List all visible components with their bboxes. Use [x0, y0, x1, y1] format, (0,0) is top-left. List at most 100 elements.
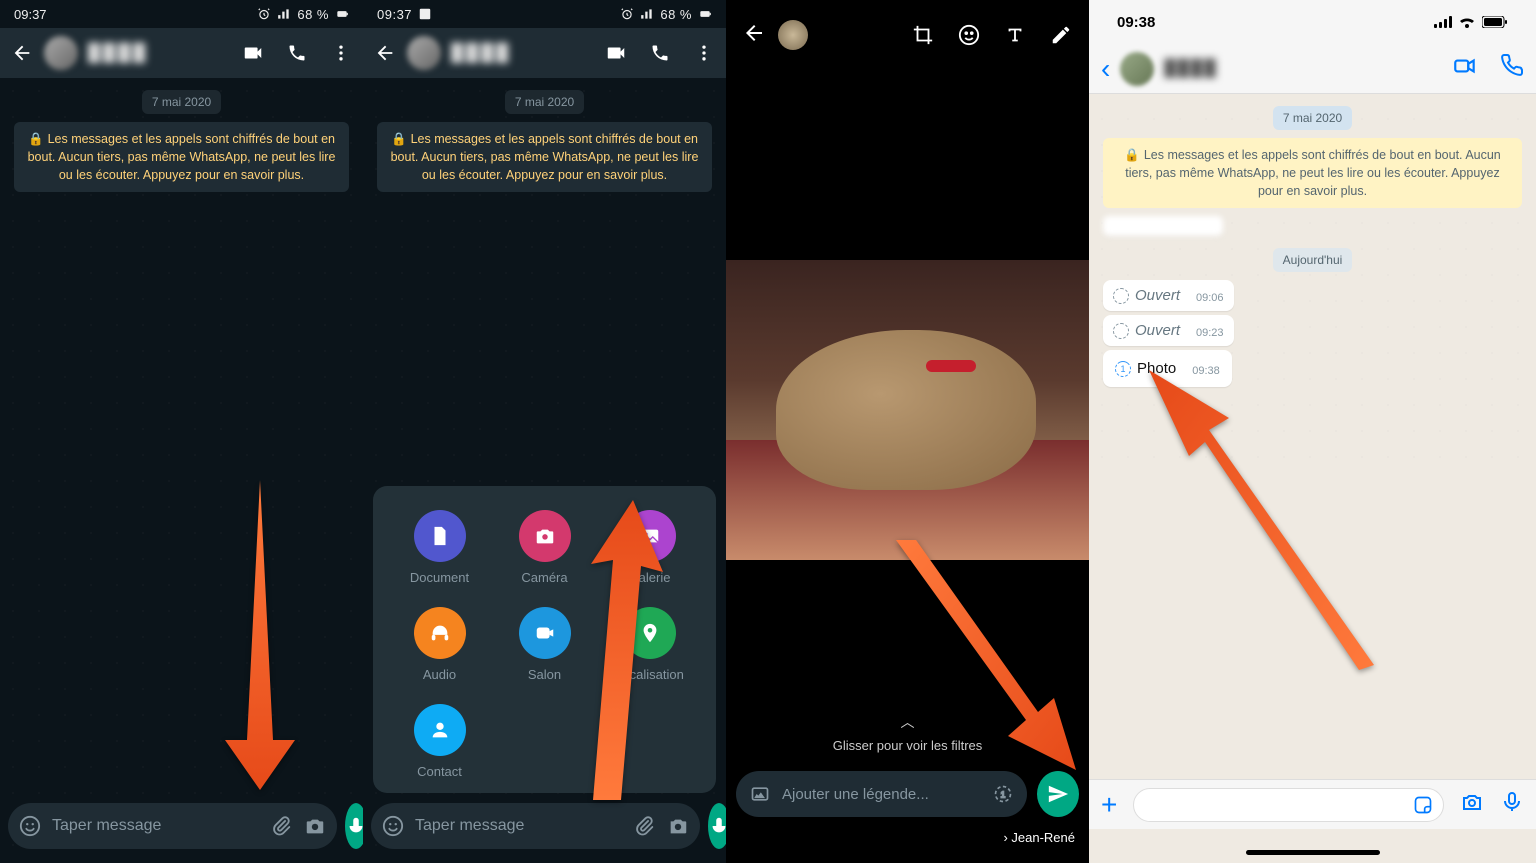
draw-button[interactable]: [1049, 23, 1073, 47]
attach-button[interactable]: [269, 814, 293, 838]
video-call-button[interactable]: [241, 41, 265, 65]
crop-button[interactable]: [911, 23, 935, 47]
attach-document[interactable]: Document: [387, 510, 492, 585]
encryption-notice[interactable]: 🔒Les messages et les appels sont chiffré…: [377, 122, 712, 192]
pencil-icon: [1050, 24, 1072, 46]
battery-icon: [335, 7, 349, 21]
ios-video-call-button[interactable]: [1452, 53, 1478, 84]
camera-icon: [667, 815, 689, 837]
message-input-bar: [371, 803, 718, 849]
signal-icon: [277, 7, 291, 21]
ios-chat-screen: 09:38 ‹ ████ 7 mai 2020 🔒Les messages et…: [1089, 0, 1536, 863]
sticker-button[interactable]: [957, 23, 981, 47]
ios-voice-call-button[interactable]: [1500, 53, 1524, 84]
encryption-notice[interactable]: 🔒Les messages et les appels sont chiffré…: [14, 122, 349, 192]
editor-tools: [911, 23, 1073, 47]
back-button[interactable]: [373, 41, 397, 65]
image-icon: [418, 7, 432, 21]
view-once-opened-icon: [1113, 323, 1129, 339]
voice-call-button[interactable]: [285, 41, 309, 65]
contact-avatar[interactable]: [44, 36, 78, 70]
message-input[interactable]: [52, 817, 259, 835]
emoji-button[interactable]: [381, 814, 405, 838]
text-button[interactable]: [1003, 23, 1027, 47]
message-bubble-opened-1[interactable]: Ouvert09:06: [1103, 280, 1234, 311]
more-button[interactable]: [329, 41, 353, 65]
more-button[interactable]: [692, 41, 716, 65]
attach-room[interactable]: Salon: [492, 607, 597, 682]
ios-back-button[interactable]: ‹: [1101, 53, 1110, 85]
contact-avatar[interactable]: [407, 36, 441, 70]
send-button[interactable]: [1037, 771, 1079, 817]
camera-button[interactable]: [666, 814, 690, 838]
camera-button[interactable]: [303, 814, 327, 838]
arrow-left-icon: [11, 42, 33, 64]
video-icon: [605, 42, 627, 64]
mic-icon: [345, 815, 363, 837]
ios-input-bar: +: [1089, 779, 1536, 829]
view-once-icon[interactable]: 1: [993, 784, 1013, 804]
ios-encryption-notice[interactable]: 🔒Les messages et les appels sont chiffré…: [1103, 138, 1522, 208]
android-chat-screen-1: 09:37 68 % ████ 7 mai 2020 🔒Les messages…: [0, 0, 363, 863]
room-icon: [534, 622, 556, 644]
battery-icon: [1482, 16, 1508, 28]
video-call-button[interactable]: [604, 41, 628, 65]
editor-thumbnail[interactable]: [778, 20, 808, 50]
attach-audio[interactable]: Audio: [387, 607, 492, 682]
camera-icon: [1460, 790, 1484, 814]
sticker-icon[interactable]: [1413, 795, 1433, 815]
message-input[interactable]: [415, 817, 622, 835]
arrow-left-icon: [374, 42, 396, 64]
ios-message-input[interactable]: [1133, 788, 1444, 822]
ios-contact-name[interactable]: ████: [1164, 60, 1442, 78]
ios-attach-button[interactable]: +: [1101, 789, 1117, 821]
attach-camera[interactable]: Caméra: [492, 510, 597, 585]
headphones-icon: [429, 622, 451, 644]
caption-pill: 1: [736, 771, 1027, 817]
svg-text:1: 1: [1001, 789, 1006, 799]
header-actions: [241, 41, 353, 65]
message-bubble-photo[interactable]: Photo09:38: [1103, 350, 1232, 387]
mic-button[interactable]: [345, 803, 363, 849]
status-time: 09:37: [14, 7, 47, 22]
view-once-opened-icon: [1113, 288, 1129, 304]
attach-gallery[interactable]: Galerie: [597, 510, 702, 585]
selected-photo[interactable]: [726, 260, 1089, 560]
ios-header-actions: [1452, 53, 1524, 84]
contact-name[interactable]: ████: [451, 43, 594, 63]
lock-icon: 🔒: [391, 132, 407, 146]
message-bubble-opened-2[interactable]: Ouvert09:23: [1103, 315, 1234, 346]
caption-bar: 1: [736, 771, 1079, 817]
smile-icon: [382, 815, 404, 837]
lock-icon: 🔒: [28, 132, 44, 146]
contact-name[interactable]: ████: [88, 43, 231, 63]
alarm-icon: [257, 7, 271, 21]
recipient-chip[interactable]: › Jean-René: [1003, 830, 1075, 845]
video-icon: [1452, 53, 1478, 79]
attach-contact[interactable]: Contact: [387, 704, 492, 779]
signal-icon: [640, 7, 654, 21]
attach-button[interactable]: [632, 814, 656, 838]
ios-camera-button[interactable]: [1460, 790, 1484, 819]
view-once-icon: [1115, 361, 1131, 377]
editor-close-button[interactable]: [742, 21, 766, 50]
add-photo-icon[interactable]: [750, 784, 770, 804]
image-editor-screen: ︿ Glisser pour voir les filtres 1 › Jean…: [726, 0, 1089, 863]
emoji-button[interactable]: [18, 814, 42, 838]
phone-icon: [1500, 53, 1524, 77]
ios-status-time: 09:38: [1117, 14, 1155, 31]
ios-contact-avatar[interactable]: [1120, 52, 1154, 86]
mic-button[interactable]: [708, 803, 726, 849]
attach-sheet: Document Caméra Galerie Audio Salon Loca…: [373, 486, 716, 793]
video-icon: [242, 42, 264, 64]
ios-status-bar: 09:38: [1089, 0, 1536, 44]
smile-icon: [19, 815, 41, 837]
attach-location[interactable]: Localisation: [597, 607, 702, 682]
filters-hint[interactable]: ︿ Glisser pour voir les filtres: [726, 712, 1089, 753]
chat-header: ████: [363, 28, 726, 78]
ios-mic-button[interactable]: [1500, 790, 1524, 819]
paperclip-icon: [633, 815, 655, 837]
back-button[interactable]: [10, 41, 34, 65]
voice-call-button[interactable]: [648, 41, 672, 65]
caption-input[interactable]: [782, 786, 981, 803]
